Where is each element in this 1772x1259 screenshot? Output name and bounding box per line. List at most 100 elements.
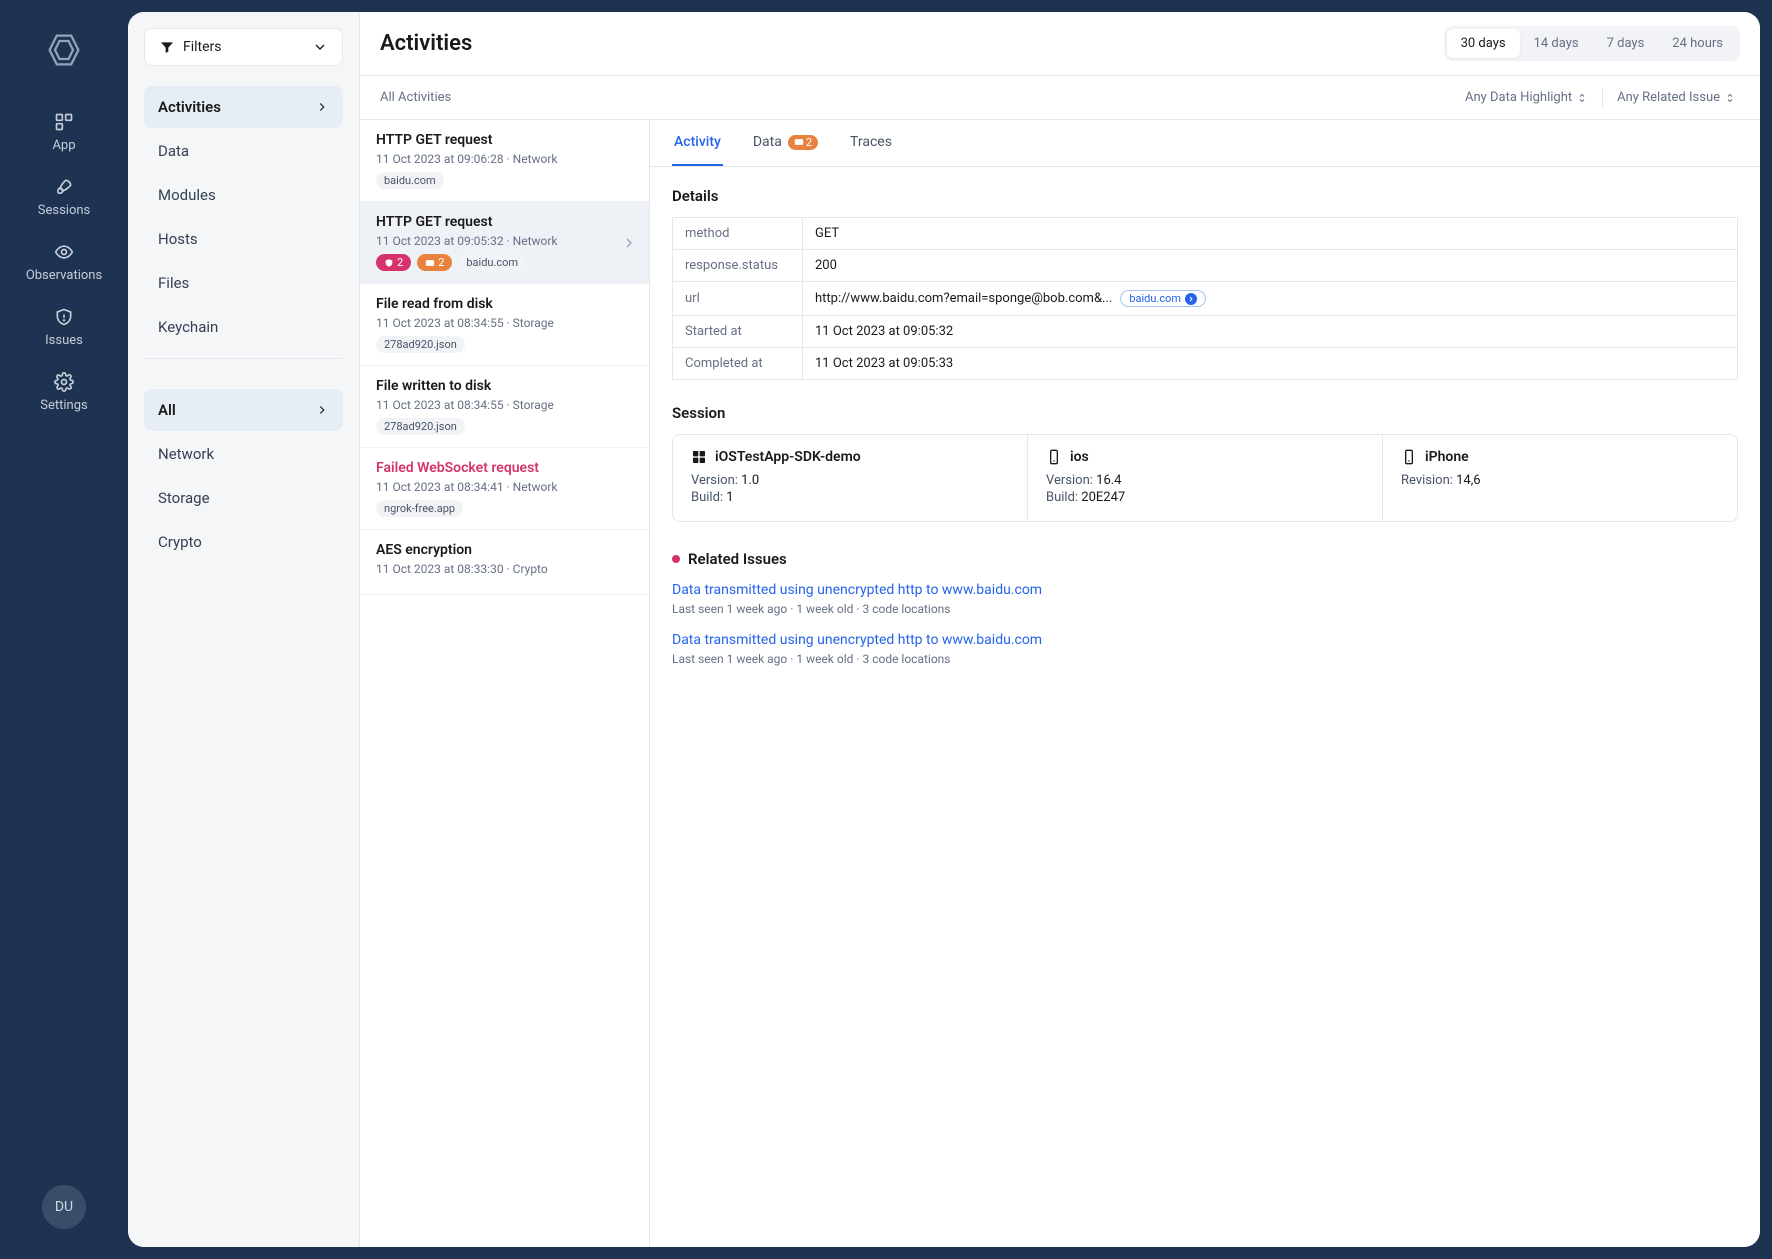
details-value: GET xyxy=(803,218,1738,250)
id-icon xyxy=(425,258,435,268)
sidebar-sub-all[interactable]: All xyxy=(144,389,343,431)
time-range-group: 30 days14 days7 days24 hours xyxy=(1444,26,1740,61)
shield-alert-icon xyxy=(54,307,74,327)
nav-sessions-label: Sessions xyxy=(38,203,91,218)
sidebar-sub-crypto[interactable]: Crypto xyxy=(144,521,343,563)
activity-meta: 11 Oct 2023 at 09:05:32 · Network xyxy=(376,234,633,248)
sidebar-item-hosts[interactable]: Hosts xyxy=(144,218,343,260)
filter-all-activities[interactable]: All Activities xyxy=(380,90,451,105)
range-7-days[interactable]: 7 days xyxy=(1593,29,1659,58)
grid-icon xyxy=(54,112,74,132)
activity-title: File read from disk xyxy=(376,296,633,312)
details-value: 11 Oct 2023 at 09:05:33 xyxy=(803,348,1738,380)
funnel-icon xyxy=(159,39,175,55)
chevron-right-icon xyxy=(315,100,329,114)
sidebar-item-keychain[interactable]: Keychain xyxy=(144,306,343,348)
session-line: Build: 20E247 xyxy=(1046,490,1364,505)
activity-title: HTTP GET request xyxy=(376,132,633,148)
sidebar-item-label: Activities xyxy=(158,98,221,116)
rocket-icon xyxy=(54,177,74,197)
chevron-right-icon xyxy=(315,403,329,417)
nav-issues[interactable]: Issues xyxy=(0,295,128,360)
activity-badge: 2 xyxy=(376,254,411,271)
tab-data[interactable]: Data 2 xyxy=(751,120,820,166)
activity-item[interactable]: HTTP GET request 11 Oct 2023 at 09:05:32… xyxy=(360,202,649,284)
activity-item[interactable]: AES encryption 11 Oct 2023 at 08:33:30 ·… xyxy=(360,530,649,595)
sidebar-item-activities[interactable]: Activities xyxy=(144,86,343,128)
details-row: Started at11 Oct 2023 at 09:05:32 xyxy=(673,316,1738,348)
activity-item[interactable]: File written to disk 11 Oct 2023 at 08:3… xyxy=(360,366,649,448)
nav-issues-label: Issues xyxy=(45,333,83,348)
related-issues-header: Related Issues xyxy=(672,550,1738,568)
details-table: methodGETresponse.status200urlhttp://www… xyxy=(672,217,1738,380)
url-chip[interactable]: baidu.com xyxy=(1120,290,1206,307)
activity-item[interactable]: HTTP GET request 11 Oct 2023 at 09:06:28… xyxy=(360,120,649,202)
tab-data-badge: 2 xyxy=(788,135,818,150)
avatar[interactable]: DU xyxy=(42,1185,86,1229)
activity-title: AES encryption xyxy=(376,542,633,558)
filter-separator xyxy=(1602,88,1603,108)
range-24-hours[interactable]: 24 hours xyxy=(1658,29,1737,58)
details-key: url xyxy=(673,282,803,316)
range-30-days[interactable]: 30 days xyxy=(1447,29,1520,58)
filter-data-highlight[interactable]: Any Data Highlight xyxy=(1461,86,1592,109)
session-line: Revision: 14,6 xyxy=(1401,473,1719,488)
sidebar-secondary-list: All Network Storage Crypto xyxy=(144,389,343,563)
nav-observations-label: Observations xyxy=(26,268,102,283)
tab-activity[interactable]: Activity xyxy=(672,120,723,166)
nav-settings[interactable]: Settings xyxy=(0,360,128,425)
sidebar-separator xyxy=(144,358,343,359)
nav-sessions[interactable]: Sessions xyxy=(0,165,128,230)
activity-tag: 278ad920.json xyxy=(376,336,465,353)
session-card-title: iOSTestApp-SDK-demo xyxy=(691,449,1009,465)
nav-observations[interactable]: Observations xyxy=(0,230,128,295)
sidebar-item-label: Modules xyxy=(158,186,216,204)
sidebar-item-label: Hosts xyxy=(158,230,198,248)
filters-button[interactable]: Filters xyxy=(144,28,343,66)
sidebar-item-label: Storage xyxy=(158,489,210,507)
arrow-right-icon xyxy=(1187,295,1195,303)
gear-icon xyxy=(54,372,74,392)
session-card: iosVersion: 16.4Build: 20E247 xyxy=(1028,435,1383,521)
session-title: Session xyxy=(672,404,1738,422)
activity-tag: baidu.com xyxy=(458,254,526,271)
sidebar-item-label: Files xyxy=(158,274,189,292)
activity-title: Failed WebSocket request xyxy=(376,460,633,476)
sidebar-item-label: Crypto xyxy=(158,533,202,551)
shield-icon xyxy=(384,258,394,268)
issue-link[interactable]: Data transmitted using unencrypted http … xyxy=(672,632,1738,648)
app-logo xyxy=(44,30,84,70)
session-cards: iOSTestApp-SDK-demoVersion: 1.0Build: 1i… xyxy=(672,434,1738,522)
activity-meta: 11 Oct 2023 at 08:33:30 · Crypto xyxy=(376,562,633,576)
filter-related-issue[interactable]: Any Related Issue xyxy=(1613,86,1740,109)
activity-item[interactable]: Failed WebSocket request 11 Oct 2023 at … xyxy=(360,448,649,530)
details-key: Completed at xyxy=(673,348,803,380)
activity-title: File written to disk xyxy=(376,378,633,394)
activity-item[interactable]: File read from disk 11 Oct 2023 at 08:34… xyxy=(360,284,649,366)
range-14-days[interactable]: 14 days xyxy=(1520,29,1593,58)
sidebar-sub-storage[interactable]: Storage xyxy=(144,477,343,519)
id-icon xyxy=(794,137,804,147)
sidebar-item-files[interactable]: Files xyxy=(144,262,343,304)
issue-link[interactable]: Data transmitted using unencrypted http … xyxy=(672,582,1738,598)
details-key: method xyxy=(673,218,803,250)
phone-icon xyxy=(1401,449,1417,465)
nav-app[interactable]: App xyxy=(0,100,128,165)
tab-traces[interactable]: Traces xyxy=(848,120,894,166)
issue-meta: Last seen 1 week ago · 1 week old · 3 co… xyxy=(672,652,1738,666)
activity-list: HTTP GET request 11 Oct 2023 at 09:06:28… xyxy=(360,120,650,1247)
sidebar-sub-network[interactable]: Network xyxy=(144,433,343,475)
eye-icon xyxy=(54,242,74,262)
content: Activities 30 days14 days7 days24 hours … xyxy=(360,12,1760,1247)
nav-settings-label: Settings xyxy=(40,398,87,413)
related-issue: Data transmitted using unencrypted http … xyxy=(672,582,1738,616)
sidebar-item-modules[interactable]: Modules xyxy=(144,174,343,216)
updown-icon xyxy=(1576,92,1588,104)
details-row: methodGET xyxy=(673,218,1738,250)
sidebar-item-label: Network xyxy=(158,445,214,463)
related-issue: Data transmitted using unencrypted http … xyxy=(672,632,1738,666)
session-card: iOSTestApp-SDK-demoVersion: 1.0Build: 1 xyxy=(673,435,1028,521)
session-card-title: ios xyxy=(1046,449,1364,465)
sidebar-item-data[interactable]: Data xyxy=(144,130,343,172)
filter-bar: All Activities Any Data Highlight Any Re… xyxy=(360,75,1760,120)
